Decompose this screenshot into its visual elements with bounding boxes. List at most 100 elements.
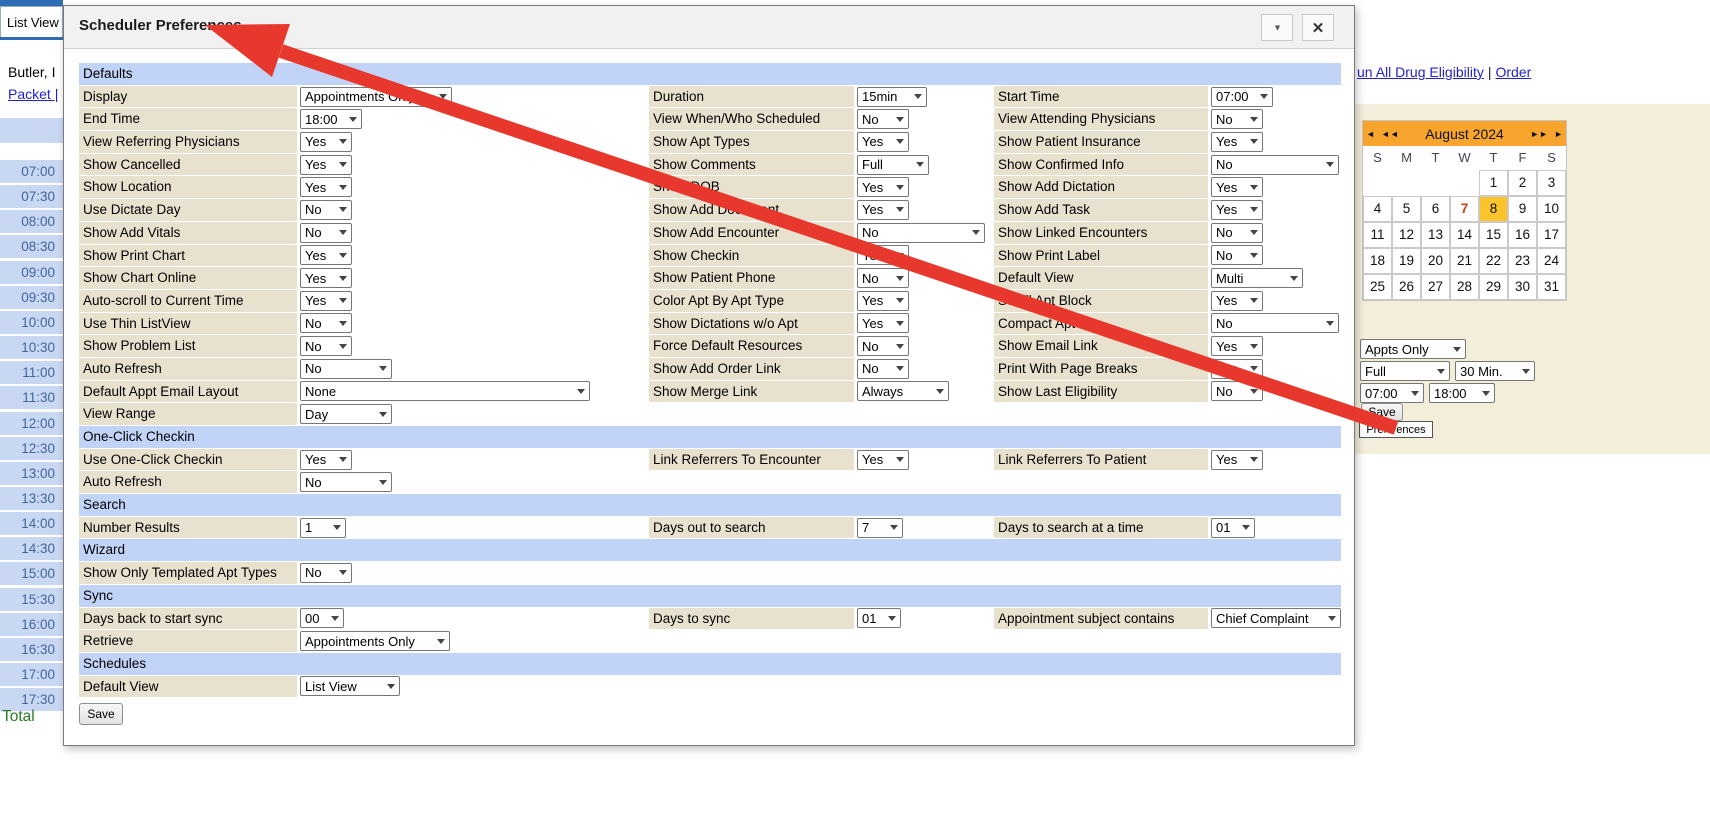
pref-select-days-back-to-start-sync[interactable]: 00 (300, 608, 344, 628)
calendar-day[interactable]: 3 (1537, 170, 1566, 196)
pref-select-show-add-vitals[interactable]: No (300, 223, 352, 243)
pref-select-show-dictations-w-o-apt[interactable]: Yes (857, 313, 909, 333)
pref-select-appointment-subject-contains[interactable]: Chief Complaint (1211, 608, 1341, 628)
calendar-day[interactable]: 31 (1537, 274, 1566, 300)
pref-select-show-apt-types[interactable]: Yes (857, 132, 909, 152)
order-link[interactable]: Order (1495, 64, 1531, 80)
pref-select-link-referrers-to-patient[interactable]: Yes (1211, 450, 1263, 470)
calendar-day[interactable]: 10 (1537, 196, 1566, 222)
pref-select-view-referring-physicians[interactable]: Yes (300, 132, 352, 152)
tab-list-view[interactable]: List View (0, 6, 63, 37)
dialog-save-button[interactable]: Save (79, 703, 123, 725)
pref-select-duration[interactable]: 15min (857, 87, 927, 107)
calendar-back-fast-icon[interactable]: ◄◄ (1378, 129, 1402, 139)
calendar-day[interactable]: 15 (1479, 222, 1508, 248)
pref-select-auto-refresh[interactable]: No (300, 472, 392, 492)
pref-select-show-chart-online[interactable]: Yes (300, 268, 352, 288)
pref-select-show-merge-link[interactable]: Always (857, 381, 949, 401)
calendar-day[interactable]: 2 (1508, 170, 1537, 196)
pref-select-show-location[interactable]: Yes (300, 177, 352, 197)
pref-select-show-patient-insurance[interactable]: Yes (1211, 132, 1263, 152)
pref-select-show-add-task[interactable]: Yes (1211, 200, 1263, 220)
calendar-day[interactable]: 22 (1479, 248, 1508, 274)
pref-select-days-out-to-search[interactable]: 7 (857, 518, 903, 538)
pref-select-show-problem-list[interactable]: No (300, 336, 352, 356)
interval-select[interactable]: 30 Min. (1455, 361, 1535, 381)
calendar-day[interactable]: 26 (1392, 274, 1421, 300)
pref-select-display[interactable]: Appointments Only (300, 87, 452, 107)
calendar-day[interactable]: 12 (1392, 222, 1421, 248)
calendar-day[interactable]: 29 (1479, 274, 1508, 300)
pref-select-default-view[interactable]: Multi (1211, 268, 1303, 288)
calendar-day[interactable]: 16 (1508, 222, 1537, 248)
calendar-day[interactable]: 7 (1450, 196, 1479, 222)
calendar-day[interactable]: 30 (1508, 274, 1537, 300)
run-all-drug-eligibility-link[interactable]: un All Drug Eligibility (1357, 64, 1484, 80)
calendar-day[interactable]: 20 (1421, 248, 1450, 274)
pref-select-force-default-resources[interactable]: No (857, 336, 909, 356)
pref-select-view-range[interactable]: Day (300, 404, 392, 424)
pref-select-start-time[interactable]: 07:00 (1211, 87, 1273, 107)
pref-select-show-comments[interactable]: Full (857, 155, 929, 175)
calendar-day[interactable]: 19 (1392, 248, 1421, 274)
calendar-day[interactable]: 18 (1363, 248, 1392, 274)
pref-select-days-to-search-at-a-time[interactable]: 01 (1211, 518, 1255, 538)
pref-select-use-thin-listview[interactable]: No (300, 313, 352, 333)
dialog-close-button[interactable]: ✕ (1302, 14, 1334, 41)
calendar-day[interactable]: 21 (1450, 248, 1479, 274)
pref-select-end-time[interactable]: 18:00 (300, 109, 362, 129)
pref-select-show-add-document[interactable]: Yes (857, 200, 909, 220)
pref-select-show-cancelled[interactable]: Yes (300, 155, 352, 175)
pref-select-show-add-dictation[interactable]: Yes (1211, 177, 1263, 197)
pref-select-scroll-apt-block[interactable]: Yes (1211, 291, 1263, 311)
dialog-collapse-button[interactable]: ▼ (1261, 14, 1293, 41)
calendar-day[interactable]: 17 (1537, 222, 1566, 248)
calendar-forward-icon[interactable]: ► (1551, 129, 1566, 139)
calendar-day[interactable]: 27 (1421, 274, 1450, 300)
pref-select-show-add-encounter[interactable]: No (857, 223, 985, 243)
pref-select-show-checkin[interactable]: Yes (857, 245, 909, 265)
pref-select-show-linked-encounters[interactable]: No (1211, 223, 1263, 243)
pref-select-show-last-eligibility[interactable]: No (1211, 381, 1263, 401)
pref-select-color-apt-by-apt-type[interactable]: Yes (857, 291, 909, 311)
pref-select-default-appt-email-layout[interactable]: None (300, 381, 590, 401)
pref-select-print-with-page-breaks[interactable]: Yes (1211, 359, 1263, 379)
end-time-select[interactable]: 18:00 (1429, 383, 1495, 403)
pref-select-days-to-sync[interactable]: 01 (857, 608, 901, 628)
pref-select-use-dictate-day[interactable]: No (300, 200, 352, 220)
pref-select-show-print-label[interactable]: No (1211, 245, 1263, 265)
pref-select-auto-refresh[interactable]: No (300, 359, 392, 379)
pref-select-view-when-who-scheduled[interactable]: No (857, 109, 909, 129)
pref-select-link-referrers-to-encounter[interactable]: Yes (857, 450, 909, 470)
pref-select-retrieve[interactable]: Appointments Only (300, 631, 450, 651)
pref-select-number-results[interactable]: 1 (300, 518, 346, 538)
calendar-day[interactable]: 28 (1450, 274, 1479, 300)
pref-select-show-only-templated-apt-types[interactable]: No (300, 563, 352, 583)
calendar-day[interactable]: 13 (1421, 222, 1450, 248)
appts-only-select[interactable]: Appts Only (1360, 339, 1466, 359)
start-time-select[interactable]: 07:00 (1360, 383, 1424, 403)
calendar-day[interactable]: 9 (1508, 196, 1537, 222)
calendar-day[interactable]: 25 (1363, 274, 1392, 300)
packet-link[interactable]: Packet | (8, 86, 58, 102)
calendar-day[interactable]: 6 (1421, 196, 1450, 222)
pref-select-auto-scroll-to-current-time[interactable]: Yes (300, 291, 352, 311)
calendar-day[interactable]: 14 (1450, 222, 1479, 248)
calendar-day[interactable]: 5 (1392, 196, 1421, 222)
panel-save-button[interactable]: Save (1361, 403, 1403, 421)
calendar-day[interactable]: 8 (1479, 196, 1508, 222)
calendar-day[interactable]: 23 (1508, 248, 1537, 274)
pref-select-show-dob[interactable]: Yes (857, 177, 909, 197)
calendar-day[interactable]: 11 (1363, 222, 1392, 248)
pref-select-default-view[interactable]: List View (300, 676, 400, 696)
calendar-forward-fast-icon[interactable]: ►► (1527, 129, 1551, 139)
pref-select-compact-apt[interactable]: No (1211, 313, 1339, 333)
pref-select-use-one-click-checkin[interactable]: Yes (300, 450, 352, 470)
pref-select-show-email-link[interactable]: Yes (1211, 336, 1263, 356)
calendar-day[interactable]: 4 (1363, 196, 1392, 222)
calendar-back-icon[interactable]: ◄ (1363, 129, 1378, 139)
pref-select-show-add-order-link[interactable]: No (857, 359, 909, 379)
pref-select-view-attending-physicians[interactable]: No (1211, 109, 1263, 129)
view-mode-select[interactable]: Full (1360, 361, 1450, 381)
calendar-day[interactable]: 24 (1537, 248, 1566, 274)
